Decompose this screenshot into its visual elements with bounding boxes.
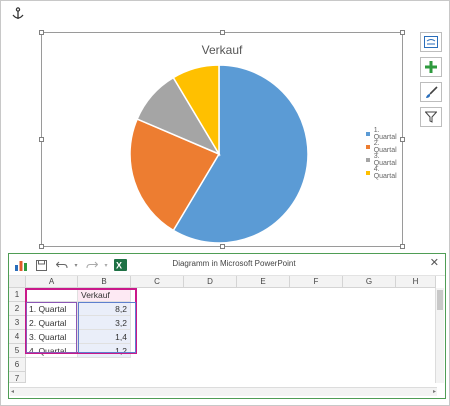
resize-handle-b[interactable] <box>220 244 225 249</box>
slide-canvas: Verkauf 1. Quartal 2. Quartal 3. Quartal 4.… <box>0 0 450 406</box>
undo-icon[interactable] <box>55 258 69 272</box>
row-header-1[interactable]: 1 <box>9 288 26 302</box>
filter-icon <box>425 111 437 123</box>
column-header-d[interactable]: D <box>184 276 237 288</box>
category-range-border <box>26 302 77 353</box>
close-icon[interactable]: ✕ <box>430 256 439 269</box>
select-all-corner[interactable] <box>9 276 26 288</box>
column-header-c[interactable]: C <box>131 276 184 288</box>
vertical-scroll-thumb[interactable] <box>437 290 443 310</box>
redo-icon[interactable] <box>85 258 99 272</box>
chart-filters-button[interactable] <box>420 107 442 127</box>
row-header-2[interactable]: 2 <box>9 302 26 316</box>
vertical-scrollbar[interactable] <box>435 288 444 383</box>
scroll-left-icon[interactable]: ◂ <box>11 389 14 396</box>
legend-label: 3. Quartal <box>373 152 397 167</box>
resize-handle-tr[interactable] <box>400 30 405 35</box>
undo-dropdown-icon[interactable]: ▾ <box>69 258 83 272</box>
row-header-7[interactable]: 7 <box>9 372 26 383</box>
layout-options-button[interactable] <box>420 32 442 52</box>
resize-handle-t[interactable] <box>220 30 225 35</box>
resize-handle-l[interactable] <box>39 137 44 142</box>
anchor-icon <box>12 7 24 19</box>
legend-swatch <box>366 144 370 149</box>
column-header-a[interactable]: A <box>26 276 78 288</box>
datasheet-title: Diagramm in Microsoft PowerPoint <box>172 259 296 268</box>
chart-elements-button[interactable] <box>420 57 442 77</box>
row-header-3[interactable]: 3 <box>9 316 26 330</box>
resize-handle-r[interactable] <box>400 137 405 142</box>
chart-area[interactable]: Verkauf 1. Quartal 2. Quartal 3. Quartal 4.… <box>39 30 405 249</box>
datasheet-window: ▾ ▾ X Diagramm in Microsoft PowerPoint ✕… <box>8 253 446 399</box>
row-header-6[interactable]: 6 <box>9 358 26 372</box>
legend-swatch <box>366 131 370 136</box>
legend-item-1[interactable]: 1. Quartal <box>366 126 402 141</box>
layout-options-icon <box>424 36 438 48</box>
legend-label: 4. Quartal <box>373 165 397 180</box>
legend-label: 2. Quartal <box>373 139 397 154</box>
legend-item-2[interactable]: 2. Quartal <box>366 139 402 154</box>
pie-chart[interactable] <box>126 61 312 247</box>
resize-handle-tl[interactable] <box>39 30 44 35</box>
column-header-b[interactable]: B <box>78 276 131 288</box>
legend-label: 1. Quartal <box>373 126 397 141</box>
chart-icon <box>14 258 28 272</box>
column-header-f[interactable]: F <box>290 276 343 288</box>
resize-handle-bl[interactable] <box>39 244 44 249</box>
row-header-5[interactable]: 5 <box>9 344 26 358</box>
paintbrush-icon <box>425 85 438 98</box>
legend-swatch <box>366 170 370 175</box>
plus-icon <box>425 61 437 73</box>
row-header-4[interactable]: 4 <box>9 330 26 344</box>
chart-legend[interactable]: 1. Quartal 2. Quartal 3. Quartal 4. Quartal <box>366 126 402 180</box>
legend-item-4[interactable]: 4. Quartal <box>366 165 402 180</box>
value-range-border <box>78 302 136 353</box>
column-header-h[interactable]: H <box>396 276 436 288</box>
legend-item-3[interactable]: 3. Quartal <box>366 152 402 167</box>
horizontal-scrollbar[interactable]: ◂ ▸ <box>10 387 437 396</box>
scroll-right-icon[interactable]: ▸ <box>433 389 436 396</box>
column-header-e[interactable]: E <box>237 276 290 288</box>
save-icon[interactable] <box>34 258 48 272</box>
datasheet-toolbar: ▾ ▾ X Diagramm in Microsoft PowerPoint ✕ <box>9 254 445 276</box>
resize-handle-br[interactable] <box>400 244 405 249</box>
chart-styles-button[interactable] <box>420 82 442 102</box>
legend-swatch <box>366 157 370 162</box>
chart-title[interactable]: Verkauf <box>42 43 402 57</box>
column-header-g[interactable]: G <box>343 276 396 288</box>
